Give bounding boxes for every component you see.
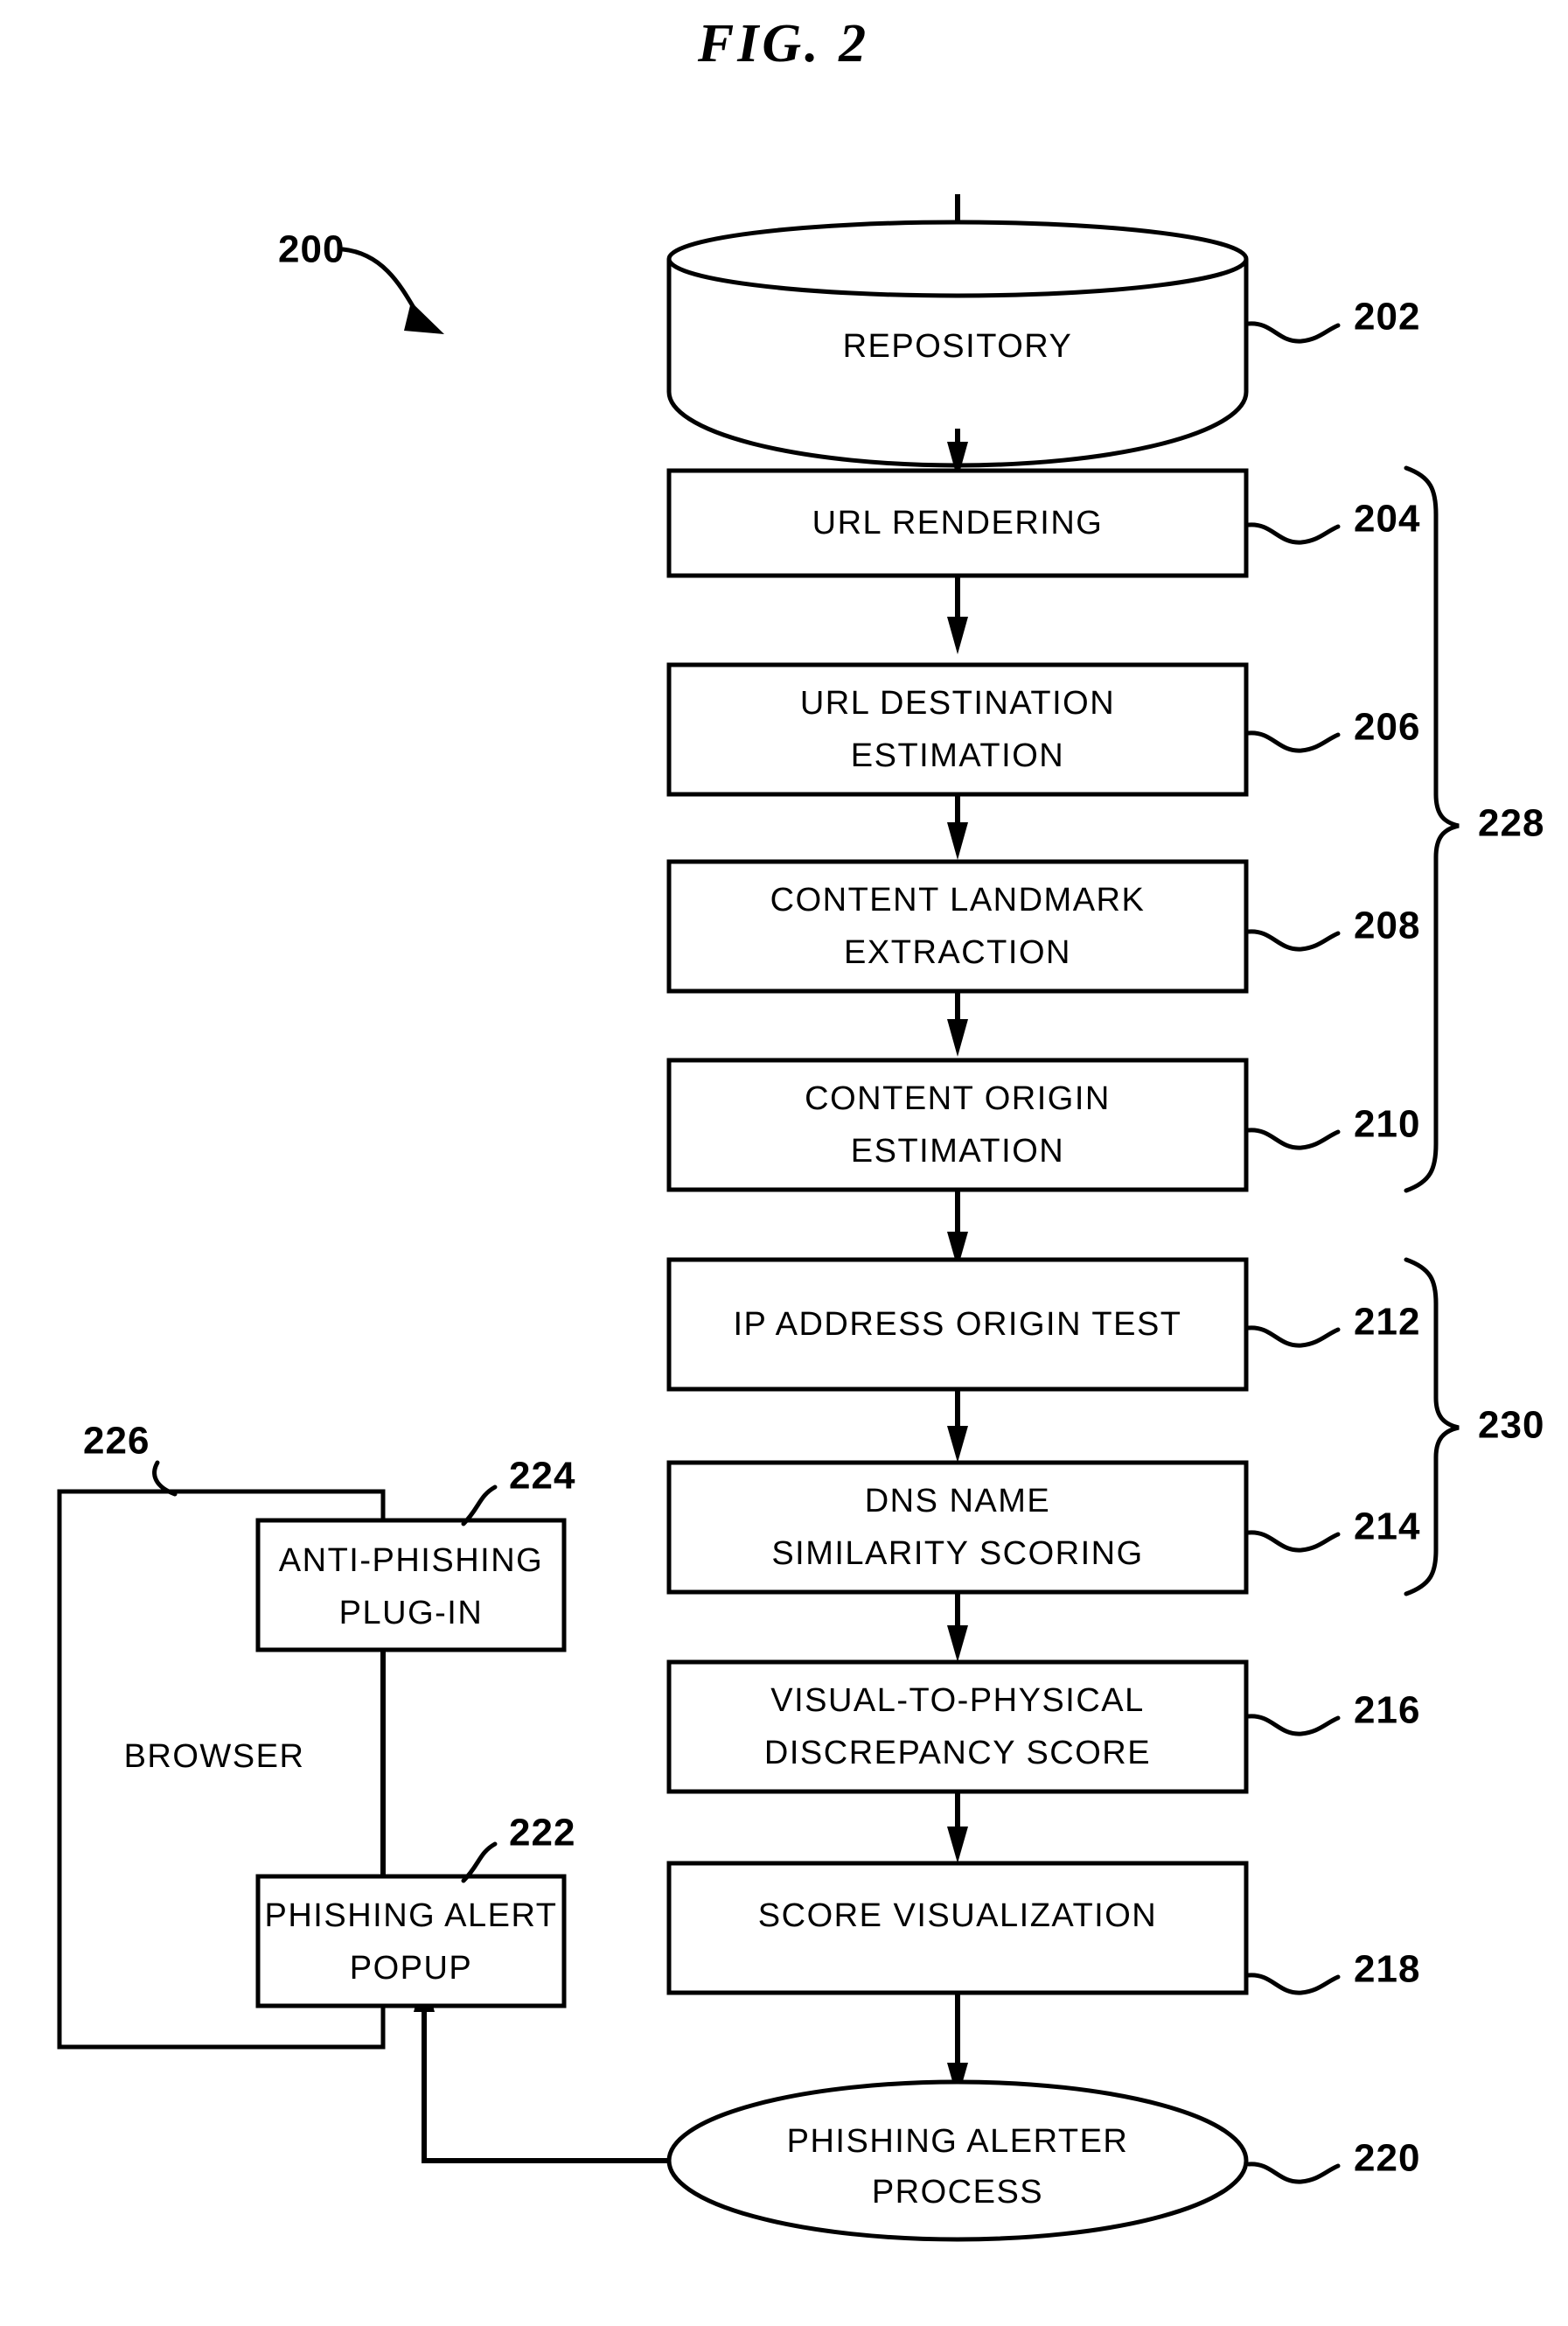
ref-226: 226 (83, 1420, 150, 1463)
node-ip-address-origin: IP ADDRESS ORIGIN TEST (666, 1257, 1249, 1392)
arrowhead-212-214 (947, 1426, 968, 1463)
ref-212-leader (1246, 1325, 1341, 1348)
node-url-rendering: URL RENDERING (666, 468, 1249, 578)
node-content-origin: CONTENT ORIGIN ESTIMATION (666, 1058, 1249, 1192)
score-visualization-label: SCORE VISUALIZATION (758, 1897, 1157, 1934)
feedback-connector (422, 2003, 669, 2163)
repository-label: REPOSITORY (843, 328, 1073, 365)
node-anti-phishing-plugin: ANTI-PHISHING PLUG-IN (255, 1518, 567, 1652)
visual-physical-label-line1: VISUAL-TO-PHYSICAL (770, 1682, 1145, 1719)
phishing-alert-popup-label-line2: POPUP (350, 1950, 473, 1987)
ref-208: 208 (1354, 905, 1420, 947)
ref-202: 202 (1354, 296, 1420, 339)
dns-similarity-label-line1: DNS NAME (865, 1483, 1051, 1519)
brace-228: 228 (1404, 465, 1544, 1193)
ref-220: 220 (1354, 2137, 1420, 2180)
arrowhead-208-210 (947, 1019, 968, 1057)
anti-phishing-plugin-label-line1: ANTI-PHISHING (279, 1542, 543, 1579)
url-destination-label-line2: ESTIMATION (851, 737, 1064, 774)
node-url-destination: URL DESTINATION ESTIMATION (666, 662, 1249, 797)
anti-phishing-plugin-label-line2: PLUG-IN (339, 1595, 484, 1631)
ref-200-leader (340, 247, 421, 318)
ref-206-leader (1246, 730, 1341, 753)
brace-228-path (1404, 465, 1460, 1193)
ip-address-origin-label: IP ADDRESS ORIGIN TEST (733, 1306, 1181, 1343)
ref-218-leader (1246, 1973, 1341, 1995)
content-landmark-label-line1: CONTENT LANDMARK (770, 882, 1146, 919)
content-origin-label-line2: ESTIMATION (851, 1133, 1064, 1170)
brace-230: 230 (1404, 1257, 1544, 1596)
node-score-visualization: SCORE VISUALIZATION (666, 1861, 1249, 1995)
ref-228: 228 (1478, 802, 1544, 845)
ref-210: 210 (1354, 1103, 1420, 1146)
ref-214-leader (1246, 1530, 1341, 1553)
ref-212: 212 (1354, 1301, 1420, 1344)
ref-224: 224 (509, 1455, 575, 1498)
node-dns-similarity: DNS NAME SIMILARITY SCORING (666, 1460, 1249, 1595)
phishing-alerter-label-line2: PROCESS (872, 2174, 1043, 2211)
ref-208-leader (1246, 929, 1341, 952)
node-phishing-alert-popup: PHISHING ALERT POPUP (255, 1874, 567, 2008)
repository-top (666, 220, 1249, 298)
arrowhead-214-216 (947, 1625, 968, 1662)
node-phishing-alerter: PHISHING ALERTER PROCESS (666, 2079, 1249, 2242)
ref-204: 204 (1354, 498, 1420, 541)
arrowhead-206-208 (947, 822, 968, 860)
ref-202-leader (1246, 321, 1341, 344)
phishing-alert-popup-label-line1: PHISHING ALERT (265, 1897, 558, 1934)
ref-216: 216 (1354, 1689, 1420, 1732)
ref-222: 222 (509, 1812, 575, 1855)
content-landmark-label-line2: EXTRACTION (844, 934, 1071, 971)
ref-216-leader (1246, 1714, 1341, 1736)
patent-figure: FIG. 2 200 REPOSITORY 202 URL RENDERING … (0, 0, 1568, 2322)
ref-218: 218 (1354, 1948, 1420, 1991)
figure-title: FIG. 2 (697, 14, 869, 73)
dns-similarity-label-line2: SIMILARITY SCORING (771, 1535, 1143, 1572)
browser-label: BROWSER (124, 1738, 305, 1775)
arrowhead-216-218 (947, 1827, 968, 1863)
phishing-alerter-ellipse (666, 2079, 1249, 2242)
ref-214: 214 (1354, 1505, 1420, 1548)
ref-206: 206 (1354, 706, 1420, 749)
url-rendering-label: URL RENDERING (812, 505, 1104, 541)
content-origin-label-line1: CONTENT ORIGIN (805, 1080, 1111, 1117)
node-content-landmark: CONTENT LANDMARK EXTRACTION (666, 859, 1249, 994)
ref-210-leader (1246, 1128, 1341, 1150)
node-visual-physical: VISUAL-TO-PHYSICAL DISCREPANCY SCORE (666, 1659, 1249, 1794)
ref-200: 200 (278, 228, 345, 271)
ref-204-leader (1246, 522, 1341, 545)
arrowhead-204-206 (947, 617, 968, 654)
ref-200-arrowhead (404, 302, 444, 334)
url-destination-label-line1: URL DESTINATION (800, 685, 1115, 722)
visual-physical-label-line2: DISCREPANCY SCORE (764, 1735, 1151, 1771)
ref-230: 230 (1478, 1404, 1544, 1447)
ref-220-leader (1246, 2162, 1341, 2184)
phishing-alerter-label-line1: PHISHING ALERTER (787, 2123, 1129, 2160)
